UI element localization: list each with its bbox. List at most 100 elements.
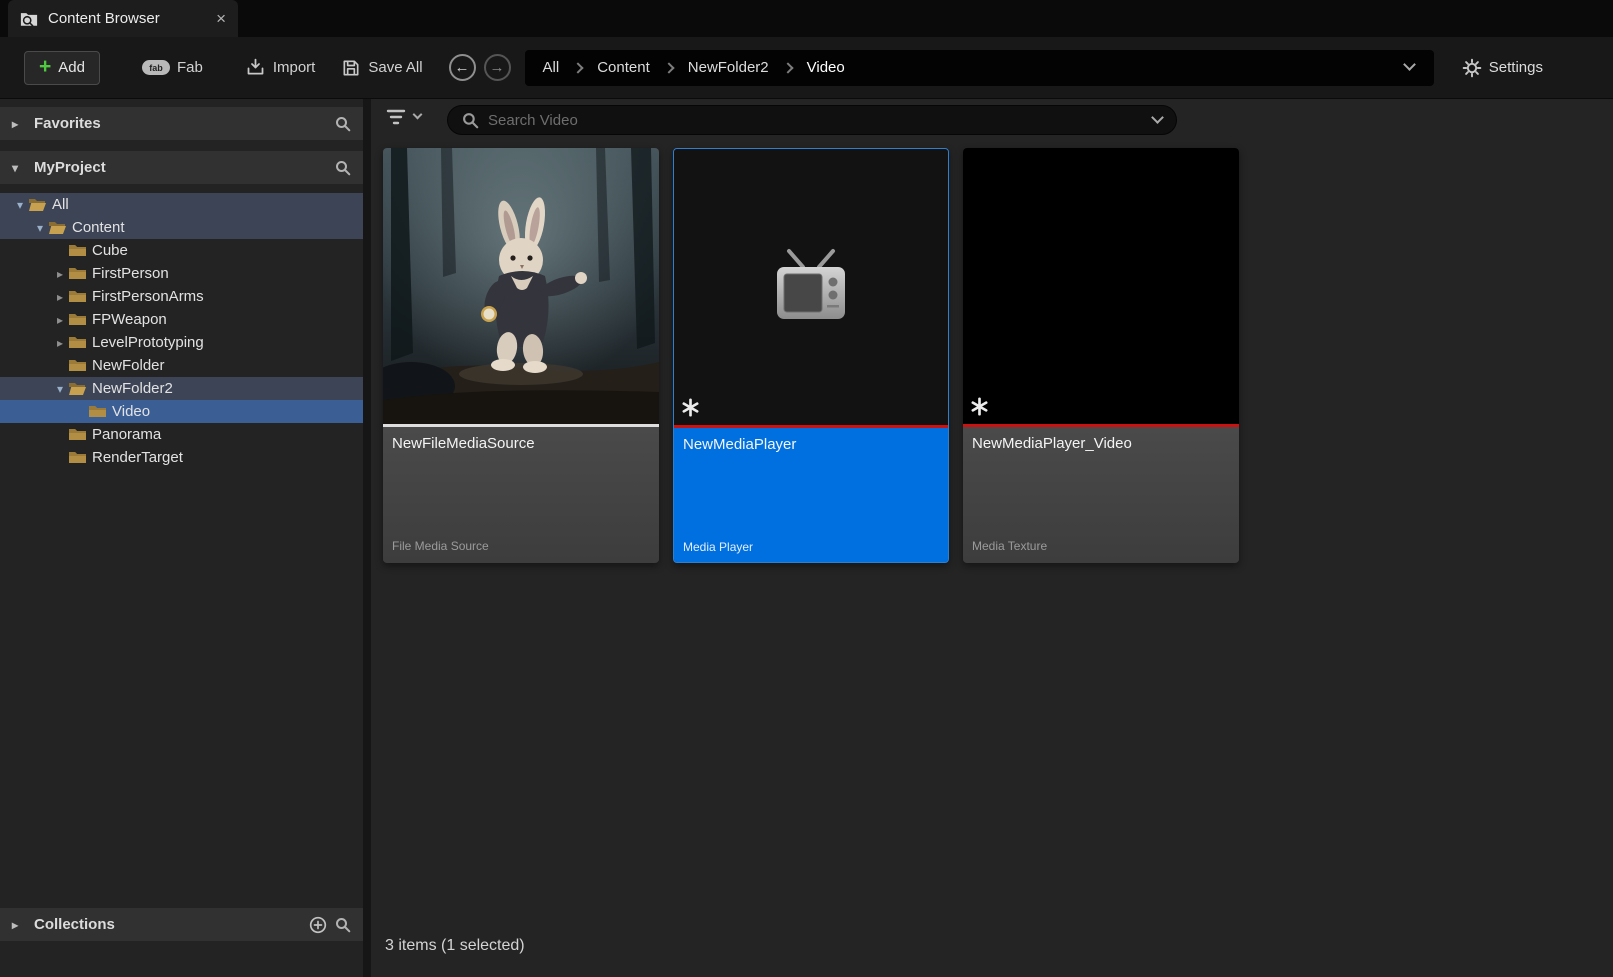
project-label: MyProject [34,159,106,176]
search-icon [462,112,479,129]
folder-icon [68,335,91,350]
favorites-section-header[interactable]: ▸ Favorites [0,107,363,140]
expand-arrow-icon[interactable]: ▸ [52,313,68,327]
add-button[interactable]: + Add [24,50,100,85]
tree-item-label: Video [112,403,151,420]
folder-open-icon [68,381,91,396]
gear-icon [1462,58,1482,78]
asset-tile-newmediaplayer[interactable]: NewMediaPlayer Media Player [673,148,949,563]
collapsed-arrow-icon[interactable]: ▸ [12,918,26,932]
asset-thumbnail-media-texture [963,148,1239,424]
folder-tree: ▾ All ▾ Content Cube ▸ FirstPerson ▸ Fir… [0,193,363,469]
breadcrumb-item-content[interactable]: Content [597,59,650,76]
search-input[interactable] [488,111,1144,129]
import-button-label: Import [272,59,316,76]
settings-button-label: Settings [1488,59,1543,76]
fab-button[interactable]: fab Fab [141,59,203,76]
tree-item-label: FPWeapon [92,311,167,328]
content-browser-window: Content Browser × + Add fab Fab Import S… [0,0,1613,977]
search-options-chevron-icon[interactable] [1151,111,1164,124]
expand-arrow-icon[interactable]: ▾ [32,221,48,235]
add-collection-icon[interactable] [309,916,327,934]
search-icon[interactable] [335,917,351,933]
tree-item-video[interactable]: Video [0,400,363,423]
asset-tile-newmediaplayer-video[interactable]: NewMediaPlayer_Video Media Texture [963,148,1239,563]
filter-chevron-icon [412,109,423,120]
unsaved-changes-icon [681,398,700,422]
tree-item-levelprototyping[interactable]: ▸ LevelPrototyping [0,331,363,354]
tree-item-label: FirstPersonArms [92,288,204,305]
search-icon[interactable] [335,160,351,176]
fab-logo-icon: fab [141,60,170,75]
back-button[interactable]: ← [448,54,476,81]
asset-type-label: Media Player [683,540,754,554]
asset-tile-newfilemediasource[interactable]: NewFileMediaSource File Media Source [383,148,659,563]
add-button-label: Add [58,59,85,76]
folder-open-icon [48,220,71,235]
save-all-button-label: Save All [368,59,423,76]
unsaved-changes-icon [970,397,989,421]
tab-bar: Content Browser × [0,0,1613,37]
breadcrumb-item-video[interactable]: Video [807,59,845,76]
search-bar[interactable] [447,105,1177,135]
expanded-arrow-icon[interactable]: ▾ [12,161,26,175]
filter-funnel-icon [385,107,407,127]
breadcrumb-item-newfolder2[interactable]: NewFolder2 [688,59,769,76]
forward-button[interactable]: → [483,54,511,81]
path-dropdown-chevron-icon[interactable] [1402,57,1416,71]
tree-item-label: FirstPerson [92,265,169,282]
tree-item-label: LevelPrototyping [92,334,204,351]
tab-title: Content Browser [48,10,160,27]
tree-item-panorama[interactable]: Panorama [0,423,363,446]
fab-button-label: Fab [176,59,203,76]
folder-icon [68,450,91,465]
tree-item-newfolder2[interactable]: ▾ NewFolder2 [0,377,363,400]
tab-close-button[interactable]: × [216,9,226,29]
panel-splitter[interactable] [363,99,371,977]
tv-icon [777,249,845,319]
folder-icon [88,404,111,419]
tree-item-label: All [52,196,69,213]
breadcrumb-separator-icon [781,61,794,74]
folder-icon [68,289,91,304]
project-section-header[interactable]: ▾ MyProject [0,151,363,184]
collapsed-arrow-icon[interactable]: ▸ [12,117,26,131]
asset-thumbnail-media-player [674,149,948,425]
expand-arrow-icon[interactable]: ▸ [52,290,68,304]
breadcrumb-separator-icon [663,61,675,74]
tree-item-all[interactable]: ▾ All [0,193,363,216]
folder-icon [68,427,91,442]
tree-item-newfolder[interactable]: NewFolder [0,354,363,377]
tree-item-cube[interactable]: Cube [0,239,363,262]
expand-arrow-icon[interactable]: ▾ [52,382,68,396]
forward-arrow-icon: → [489,59,505,76]
tree-item-label: Content [72,219,125,236]
tree-item-fpweapon[interactable]: ▸ FPWeapon [0,308,363,331]
import-button[interactable]: Import [245,57,316,78]
collections-section-header[interactable]: ▸ Collections [0,908,363,941]
expand-arrow-icon[interactable]: ▾ [12,198,28,212]
tree-item-label: RenderTarget [92,449,183,466]
tree-item-rendertarget[interactable]: RenderTarget [0,446,363,469]
status-bar-text: 3 items (1 selected) [385,937,525,954]
tab-content-browser[interactable]: Content Browser × [8,0,238,37]
tree-item-label: NewFolder [92,357,165,374]
expand-arrow-icon[interactable]: ▸ [52,336,68,350]
back-arrow-icon: ← [454,59,470,76]
tree-item-firstpersonarms[interactable]: ▸ FirstPersonArms [0,285,363,308]
folder-icon [68,243,91,258]
breadcrumb-item-all[interactable]: All [543,59,560,76]
asset-name: NewFileMediaSource [392,435,535,452]
tree-item-firstperson[interactable]: ▸ FirstPerson [0,262,363,285]
save-all-button[interactable]: Save All [341,58,423,78]
expand-arrow-icon[interactable]: ▸ [52,267,68,281]
asset-name: NewMediaPlayer [683,436,797,453]
tree-item-label: NewFolder2 [92,380,173,397]
toolbar: + Add fab Fab Import Save All ← → All Co… [0,37,1613,99]
asset-name: NewMediaPlayer_Video [972,435,1132,452]
save-icon [341,58,361,78]
search-icon[interactable] [335,116,351,132]
tree-item-content[interactable]: ▾ Content [0,216,363,239]
filter-button[interactable] [385,107,423,127]
settings-button[interactable]: Settings [1462,58,1543,78]
